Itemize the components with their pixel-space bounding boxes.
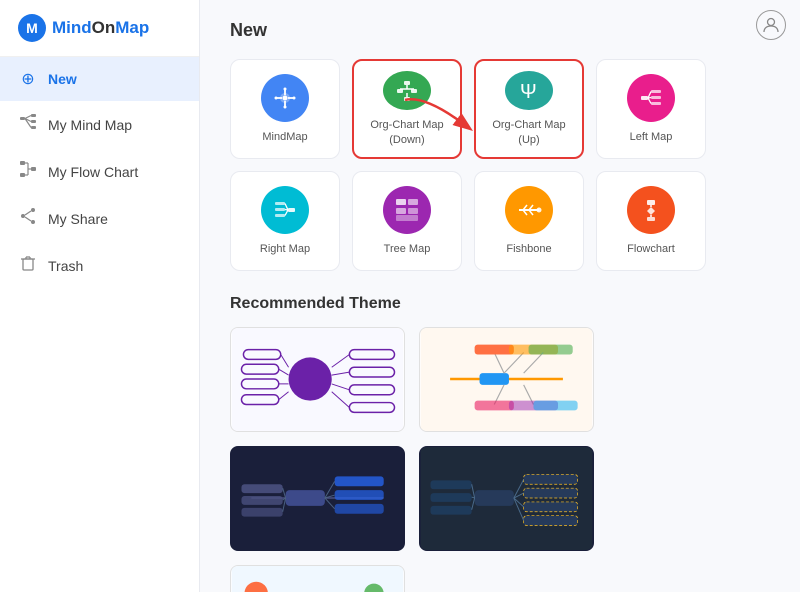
map-card-mindmap[interactable]: MindMap bbox=[230, 59, 340, 159]
sidebar-item-new[interactable]: ⊕ New bbox=[0, 57, 199, 101]
fishbone-label: Fishbone bbox=[506, 242, 551, 256]
mindmap-icon-circle bbox=[261, 74, 309, 122]
theme-card-1[interactable] bbox=[230, 327, 405, 432]
map-card-org-chart-up[interactable]: Ψ Org-Chart Map (Up) bbox=[474, 59, 584, 159]
map-type-grid: MindMap Org-Chart Map(Down) Ψ Org-Chart … bbox=[230, 59, 770, 271]
trash-icon bbox=[18, 254, 38, 277]
right-map-label: Right Map bbox=[260, 242, 310, 256]
sidebar-label-my-share: My Share bbox=[48, 211, 108, 227]
sidebar-item-my-share[interactable]: My Share bbox=[0, 195, 199, 242]
theme-card-4[interactable] bbox=[419, 446, 594, 551]
org-chart-up-label: Org-Chart Map (Up) bbox=[486, 118, 572, 147]
profile-icon[interactable] bbox=[756, 10, 786, 40]
left-map-label: Left Map bbox=[630, 130, 673, 144]
map-card-tree-map[interactable]: Tree Map bbox=[352, 171, 462, 271]
map-card-org-chart-down[interactable]: Org-Chart Map(Down) bbox=[352, 59, 462, 159]
org-chart-up-icon-circle: Ψ bbox=[505, 71, 553, 110]
map-card-right-map[interactable]: Right Map bbox=[230, 171, 340, 271]
mind-map-icon bbox=[18, 113, 38, 136]
profile-area bbox=[756, 10, 786, 40]
sidebar-label-my-flow-chart: My Flow Chart bbox=[48, 164, 138, 180]
recommended-theme-title: Recommended Theme bbox=[230, 295, 770, 313]
sidebar-label-trash: Trash bbox=[48, 258, 83, 274]
org-chart-down-icon-circle bbox=[383, 71, 431, 110]
main-content: New MindMap Org-Chart Map(Down) Ψ Org-Ch… bbox=[200, 0, 800, 592]
org-chart-down-label: Org-Chart Map(Down) bbox=[370, 118, 443, 147]
logo-text: MindOnMap bbox=[52, 18, 149, 38]
theme-card-3[interactable] bbox=[230, 446, 405, 551]
map-card-fishbone[interactable]: Fishbone bbox=[474, 171, 584, 271]
tree-map-label: Tree Map bbox=[384, 242, 431, 256]
fishbone-icon-circle bbox=[505, 186, 553, 234]
sidebar: M MindOnMap ⊕ New My Mind Map My Flow Ch… bbox=[0, 0, 200, 592]
plus-icon: ⊕ bbox=[18, 69, 38, 89]
theme-card-5[interactable] bbox=[230, 565, 405, 592]
theme-grid bbox=[230, 327, 770, 592]
sidebar-label-my-mind-map: My Mind Map bbox=[48, 117, 132, 133]
sidebar-item-trash[interactable]: Trash bbox=[0, 242, 199, 289]
logo: M MindOnMap bbox=[0, 0, 199, 57]
sidebar-item-my-flow-chart[interactable]: My Flow Chart bbox=[0, 148, 199, 195]
new-section-title: New bbox=[230, 20, 770, 41]
flowchart-icon-circle bbox=[627, 186, 675, 234]
theme-card-2[interactable] bbox=[419, 327, 594, 432]
logo-icon: M bbox=[18, 14, 46, 42]
map-card-flowchart[interactable]: Flowchart bbox=[596, 171, 706, 271]
flowchart-label: Flowchart bbox=[627, 242, 675, 256]
share-icon bbox=[18, 207, 38, 230]
sidebar-item-my-mind-map[interactable]: My Mind Map bbox=[0, 101, 199, 148]
tree-map-icon-circle bbox=[383, 186, 431, 234]
mindmap-label: MindMap bbox=[262, 130, 307, 144]
left-map-icon-circle bbox=[627, 74, 675, 122]
flow-chart-icon bbox=[18, 160, 38, 183]
map-card-left-map[interactable]: Left Map bbox=[596, 59, 706, 159]
sidebar-label-new: New bbox=[48, 71, 77, 87]
right-map-icon-circle bbox=[261, 186, 309, 234]
svg-text:Ψ: Ψ bbox=[520, 81, 537, 103]
